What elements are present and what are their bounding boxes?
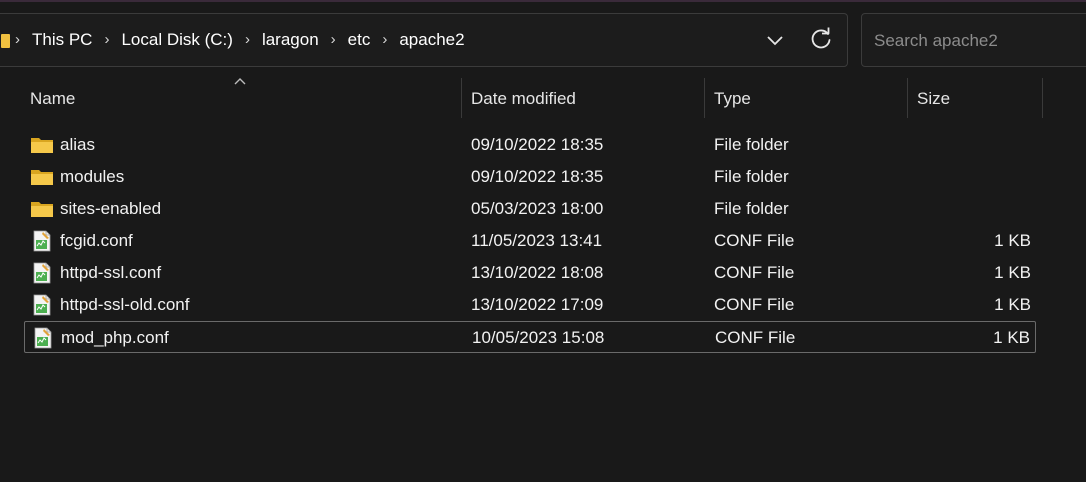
search-input[interactable] bbox=[872, 28, 1076, 54]
refresh-icon[interactable] bbox=[808, 26, 834, 52]
file-name: httpd-ssl-old.conf bbox=[60, 295, 190, 314]
file-row[interactable]: httpd-ssl-old.conf 13/10/2022 17:09 CONF F… bbox=[24, 289, 1036, 321]
conf-file-icon bbox=[33, 294, 51, 316]
column-header-name[interactable]: Name bbox=[30, 78, 75, 118]
file-size: 1 KB bbox=[993, 328, 1030, 347]
breadcrumb-apache2[interactable]: apache2 bbox=[399, 30, 464, 50]
file-name: alias bbox=[60, 135, 95, 154]
file-row[interactable]: sites-enabled 05/03/2023 18:00 File folder bbox=[24, 193, 1036, 225]
file-type: File folder bbox=[714, 135, 789, 154]
file-date-modified: 10/05/2023 15:08 bbox=[472, 328, 605, 347]
column-divider[interactable] bbox=[461, 78, 462, 118]
file-size: 1 KB bbox=[994, 263, 1031, 282]
chevron-right-icon[interactable]: › bbox=[382, 31, 387, 48]
file-name: mod_php.conf bbox=[61, 328, 169, 347]
file-type: File folder bbox=[714, 199, 789, 218]
file-type: File folder bbox=[714, 167, 789, 186]
folder-icon bbox=[1, 34, 10, 48]
file-date-modified: 09/10/2022 18:35 bbox=[471, 135, 604, 154]
column-header-date[interactable]: Date modified bbox=[471, 78, 576, 118]
column-divider[interactable] bbox=[907, 78, 908, 118]
file-date-modified: 13/10/2022 18:08 bbox=[471, 263, 604, 282]
file-type: CONF File bbox=[714, 295, 795, 314]
conf-file-icon bbox=[33, 262, 51, 284]
file-type: CONF File bbox=[715, 328, 796, 347]
column-header-size[interactable]: Size bbox=[917, 78, 950, 118]
breadcrumb: › This PC › Local Disk (C:) › laragon › … bbox=[15, 14, 477, 66]
conf-file-icon bbox=[34, 327, 52, 349]
file-size: 1 KB bbox=[994, 231, 1031, 250]
file-date-modified: 13/10/2022 17:09 bbox=[471, 295, 604, 314]
chevron-right-icon[interactable]: › bbox=[15, 31, 20, 48]
folder-icon bbox=[31, 202, 53, 217]
breadcrumb-local-disk[interactable]: Local Disk (C:) bbox=[121, 30, 232, 50]
chevron-right-icon[interactable]: › bbox=[245, 31, 250, 48]
address-bar[interactable]: › This PC › Local Disk (C:) › laragon › … bbox=[0, 13, 848, 67]
folder-icon bbox=[31, 138, 53, 153]
file-row[interactable]: alias 09/10/2022 18:35 File folder bbox=[24, 129, 1036, 161]
file-row[interactable]: httpd-ssl.conf 13/10/2022 18:08 CONF File 1… bbox=[24, 257, 1036, 289]
column-divider[interactable] bbox=[1042, 78, 1043, 118]
file-name: httpd-ssl.conf bbox=[60, 263, 162, 282]
file-date-modified: 05/03/2023 18:00 bbox=[471, 199, 604, 218]
search-box[interactable] bbox=[861, 13, 1086, 67]
column-header-type[interactable]: Type bbox=[714, 78, 751, 118]
file-row[interactable]: modules 09/10/2022 18:35 File folder bbox=[24, 161, 1036, 193]
file-name: sites-enabled bbox=[60, 199, 162, 218]
file-name: fcgid.conf bbox=[60, 231, 133, 250]
sort-ascending-icon bbox=[234, 78, 246, 85]
file-size: 1 KB bbox=[994, 295, 1031, 314]
chevron-right-icon[interactable]: › bbox=[331, 31, 336, 48]
file-row[interactable]: mod_php.conf 10/05/2023 15:08 CONF File 1 K… bbox=[24, 321, 1036, 353]
file-name: modules bbox=[60, 167, 125, 186]
conf-file-icon bbox=[33, 230, 51, 252]
file-type: CONF File bbox=[714, 263, 795, 282]
breadcrumb-etc[interactable]: etc bbox=[348, 30, 371, 50]
breadcrumb-this-pc[interactable]: This PC bbox=[32, 30, 92, 50]
column-divider[interactable] bbox=[704, 78, 705, 118]
file-date-modified: 11/05/2023 13:41 bbox=[471, 231, 603, 250]
chevron-down-icon[interactable] bbox=[763, 28, 787, 52]
folder-icon bbox=[31, 170, 53, 185]
window-top-border bbox=[0, 0, 1086, 2]
file-type: CONF File bbox=[714, 231, 795, 250]
chevron-right-icon[interactable]: › bbox=[104, 31, 109, 48]
file-row[interactable]: fcgid.conf 11/05/2023 13:41 CONF File 1 KB bbox=[24, 225, 1036, 257]
file-date-modified: 09/10/2022 18:35 bbox=[471, 167, 604, 186]
breadcrumb-laragon[interactable]: laragon bbox=[262, 30, 319, 50]
